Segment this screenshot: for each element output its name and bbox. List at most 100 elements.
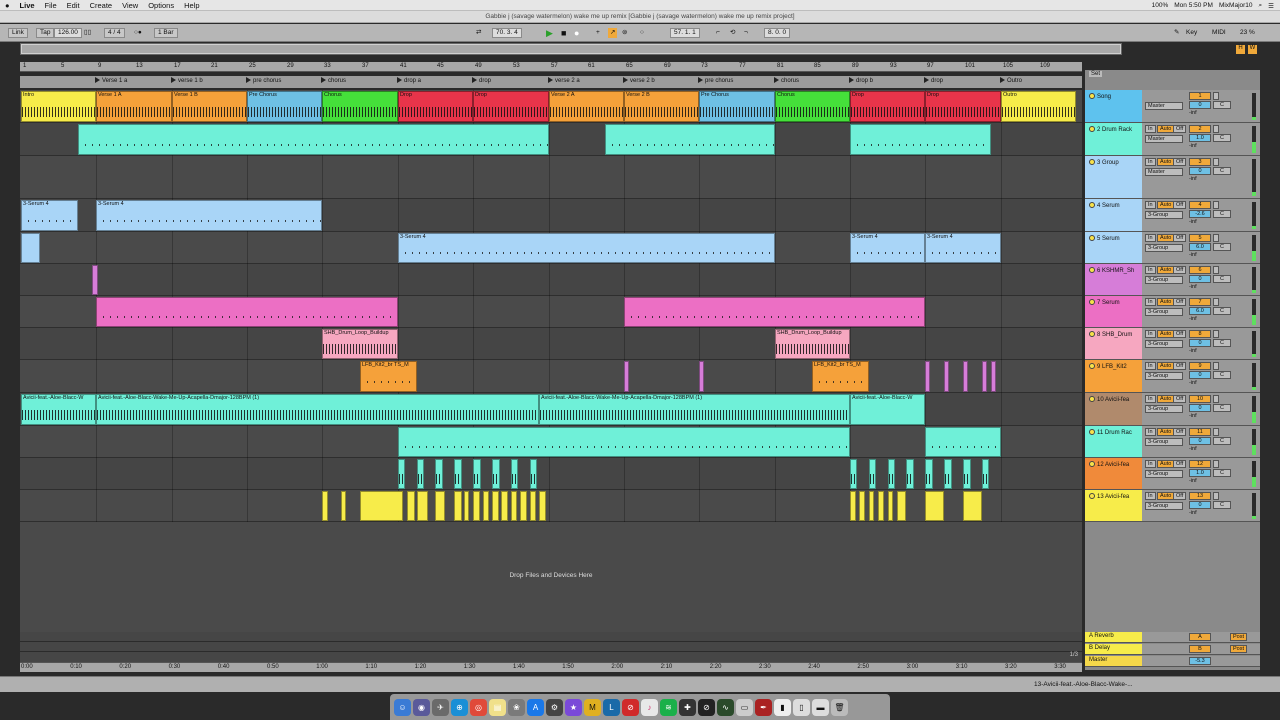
menu-file[interactable]: File xyxy=(40,1,62,10)
clip[interactable]: SHB_Drum_Loop_Buildup xyxy=(322,329,398,359)
clip[interactable] xyxy=(925,459,933,489)
solo-button[interactable] xyxy=(1213,158,1219,166)
input-monitor-in[interactable]: In xyxy=(1145,428,1156,436)
clip[interactable] xyxy=(963,361,968,392)
safari-icon[interactable]: ⊕ xyxy=(451,698,468,716)
clip[interactable]: Drop xyxy=(473,91,549,122)
input-monitor-in[interactable]: In xyxy=(1145,492,1156,500)
return-name[interactable]: Master xyxy=(1085,656,1142,666)
play-button[interactable]: ▶ xyxy=(546,28,553,38)
clip[interactable] xyxy=(869,491,874,521)
clip[interactable]: Verse 1 A xyxy=(96,91,172,122)
clip[interactable]: LFB_Kit2_br TS_M xyxy=(360,361,417,392)
track-number[interactable]: 6 xyxy=(1189,266,1211,274)
locator[interactable]: chorus xyxy=(321,77,346,84)
clip[interactable] xyxy=(483,491,489,521)
overview-window[interactable] xyxy=(21,44,1121,54)
tempo-field[interactable]: 126.00 xyxy=(54,28,82,38)
clip[interactable]: 3-Serum 4 xyxy=(96,200,322,231)
clip[interactable] xyxy=(906,459,914,489)
track-activator-icon[interactable] xyxy=(1089,235,1095,241)
notes-icon[interactable]: ▤ xyxy=(489,698,506,716)
input-monitor-auto[interactable]: Auto xyxy=(1157,158,1175,166)
volume-field[interactable]: 0 xyxy=(1189,501,1211,509)
overdub-icon[interactable]: + xyxy=(596,28,600,38)
clip[interactable]: Chorus xyxy=(775,91,850,122)
track-lane[interactable] xyxy=(20,328,1082,360)
track-number[interactable]: 9 xyxy=(1189,362,1211,370)
pan-field[interactable]: C xyxy=(1213,275,1231,283)
output-routing[interactable]: Master xyxy=(1145,168,1183,176)
punch-out-icon[interactable]: ¬ xyxy=(744,28,748,38)
track-number[interactable]: 3 xyxy=(1189,158,1211,166)
volume-field[interactable]: 1.0 xyxy=(1189,134,1211,142)
metronome-icon[interactable]: ○● xyxy=(134,28,142,38)
clip[interactable] xyxy=(878,491,884,521)
arrangement-view[interactable]: Intro Verse 1 A Verse 1 B Pre Chorus Chorus D… xyxy=(20,90,1082,522)
track-activator-icon[interactable] xyxy=(1089,493,1095,499)
clip[interactable] xyxy=(925,361,930,392)
input-monitor-off[interactable]: Off xyxy=(1173,234,1187,242)
volume-field[interactable]: 6.0 xyxy=(1189,307,1211,315)
clip[interactable] xyxy=(624,297,925,327)
clip[interactable] xyxy=(944,361,949,392)
clip[interactable] xyxy=(530,491,536,521)
locator-bar[interactable]: Verse 1 a verse 1 b pre chorus chorus drop a… xyxy=(20,76,1082,88)
input-monitor-auto[interactable]: Auto xyxy=(1157,460,1175,468)
track-activator-icon[interactable] xyxy=(1089,363,1095,369)
mixer-track[interactable]: 12 Avicii-fea In Auto Off 3-Group 12 1.0 C -inf xyxy=(1085,458,1260,490)
locator[interactable]: Outro xyxy=(1000,77,1022,84)
solo-button[interactable] xyxy=(1213,395,1219,403)
gamepad-icon[interactable]: ✚ xyxy=(679,698,696,716)
clip[interactable]: 3-Serum 4 xyxy=(398,233,775,263)
key-map-button[interactable]: Key xyxy=(1186,28,1197,38)
input-monitor-in[interactable]: In xyxy=(1145,330,1156,338)
output-routing[interactable]: 3-Group xyxy=(1145,276,1183,284)
output-routing[interactable]: 3-Group xyxy=(1145,244,1183,252)
input-monitor-auto[interactable]: Auto xyxy=(1157,234,1175,242)
activity-monitor-icon[interactable]: ∿ xyxy=(717,698,734,716)
blocked-app-icon[interactable]: ⊘ xyxy=(622,698,639,716)
clip[interactable] xyxy=(435,459,443,489)
clip[interactable] xyxy=(530,459,537,489)
input-monitor-off[interactable]: Off xyxy=(1173,266,1187,274)
drop-area[interactable]: Drop Files and Devices Here xyxy=(20,522,1082,632)
volume-field[interactable]: 0 xyxy=(1189,404,1211,412)
mixer-track[interactable]: 10 Avicii-fea In Auto Off 3-Group 10 0 C -inf xyxy=(1085,393,1260,426)
track-number[interactable]: 11 xyxy=(1189,428,1211,436)
track-name[interactable]: 5 Serum xyxy=(1085,232,1142,263)
clip[interactable] xyxy=(417,491,428,521)
track-name[interactable]: 11 Drum Rac xyxy=(1085,426,1142,457)
clip[interactable]: Intro xyxy=(21,91,96,122)
clip[interactable]: Pre Chorus xyxy=(247,91,322,122)
solo-button[interactable] xyxy=(1213,362,1219,370)
clip[interactable] xyxy=(511,491,517,521)
return-mode[interactable]: Post xyxy=(1230,633,1248,641)
clip[interactable] xyxy=(850,124,991,155)
pen-app-icon[interactable]: ✒ xyxy=(755,698,772,716)
clip[interactable]: 3-Serum 4 xyxy=(925,233,1001,263)
reenable-automation-icon[interactable]: ⊚ xyxy=(622,28,627,38)
clip[interactable] xyxy=(78,124,549,155)
mixer-track[interactable]: 13 Avicii-fea In Auto Off 3-Group 13 0 C -inf xyxy=(1085,490,1260,522)
input-monitor-auto[interactable]: Auto xyxy=(1157,298,1175,306)
volume-field[interactable]: 0 xyxy=(1189,339,1211,347)
clip[interactable] xyxy=(435,491,445,521)
clip[interactable] xyxy=(605,124,775,155)
clip[interactable] xyxy=(850,491,856,521)
return-mode[interactable]: Post xyxy=(1230,645,1248,653)
track-number[interactable]: 1 xyxy=(1189,92,1211,100)
locator[interactable]: chorus xyxy=(774,77,799,84)
output-routing[interactable]: 3-Group xyxy=(1145,470,1183,478)
mixer-track[interactable]: 4 Serum In Auto Off 3-Group 4 -2.6 C -inf xyxy=(1085,199,1260,232)
menu-options[interactable]: Options xyxy=(143,1,179,10)
pan-field[interactable]: C xyxy=(1213,101,1231,109)
clip[interactable]: Chorus xyxy=(322,91,398,122)
input-monitor-off[interactable]: Off xyxy=(1173,298,1187,306)
mixer-track[interactable]: 8 SHB_Drum In Auto Off 3-Group 8 0 C -inf xyxy=(1085,328,1260,360)
mixer-track[interactable]: 3 Group In Auto Off Master 3 0 C -inf xyxy=(1085,156,1260,199)
overview-w-button[interactable]: W xyxy=(1248,45,1257,54)
documents-folder-icon[interactable]: ▯ xyxy=(793,698,810,716)
clip[interactable] xyxy=(454,491,462,521)
return-track[interactable]: A Reverb A Post xyxy=(1085,632,1260,643)
